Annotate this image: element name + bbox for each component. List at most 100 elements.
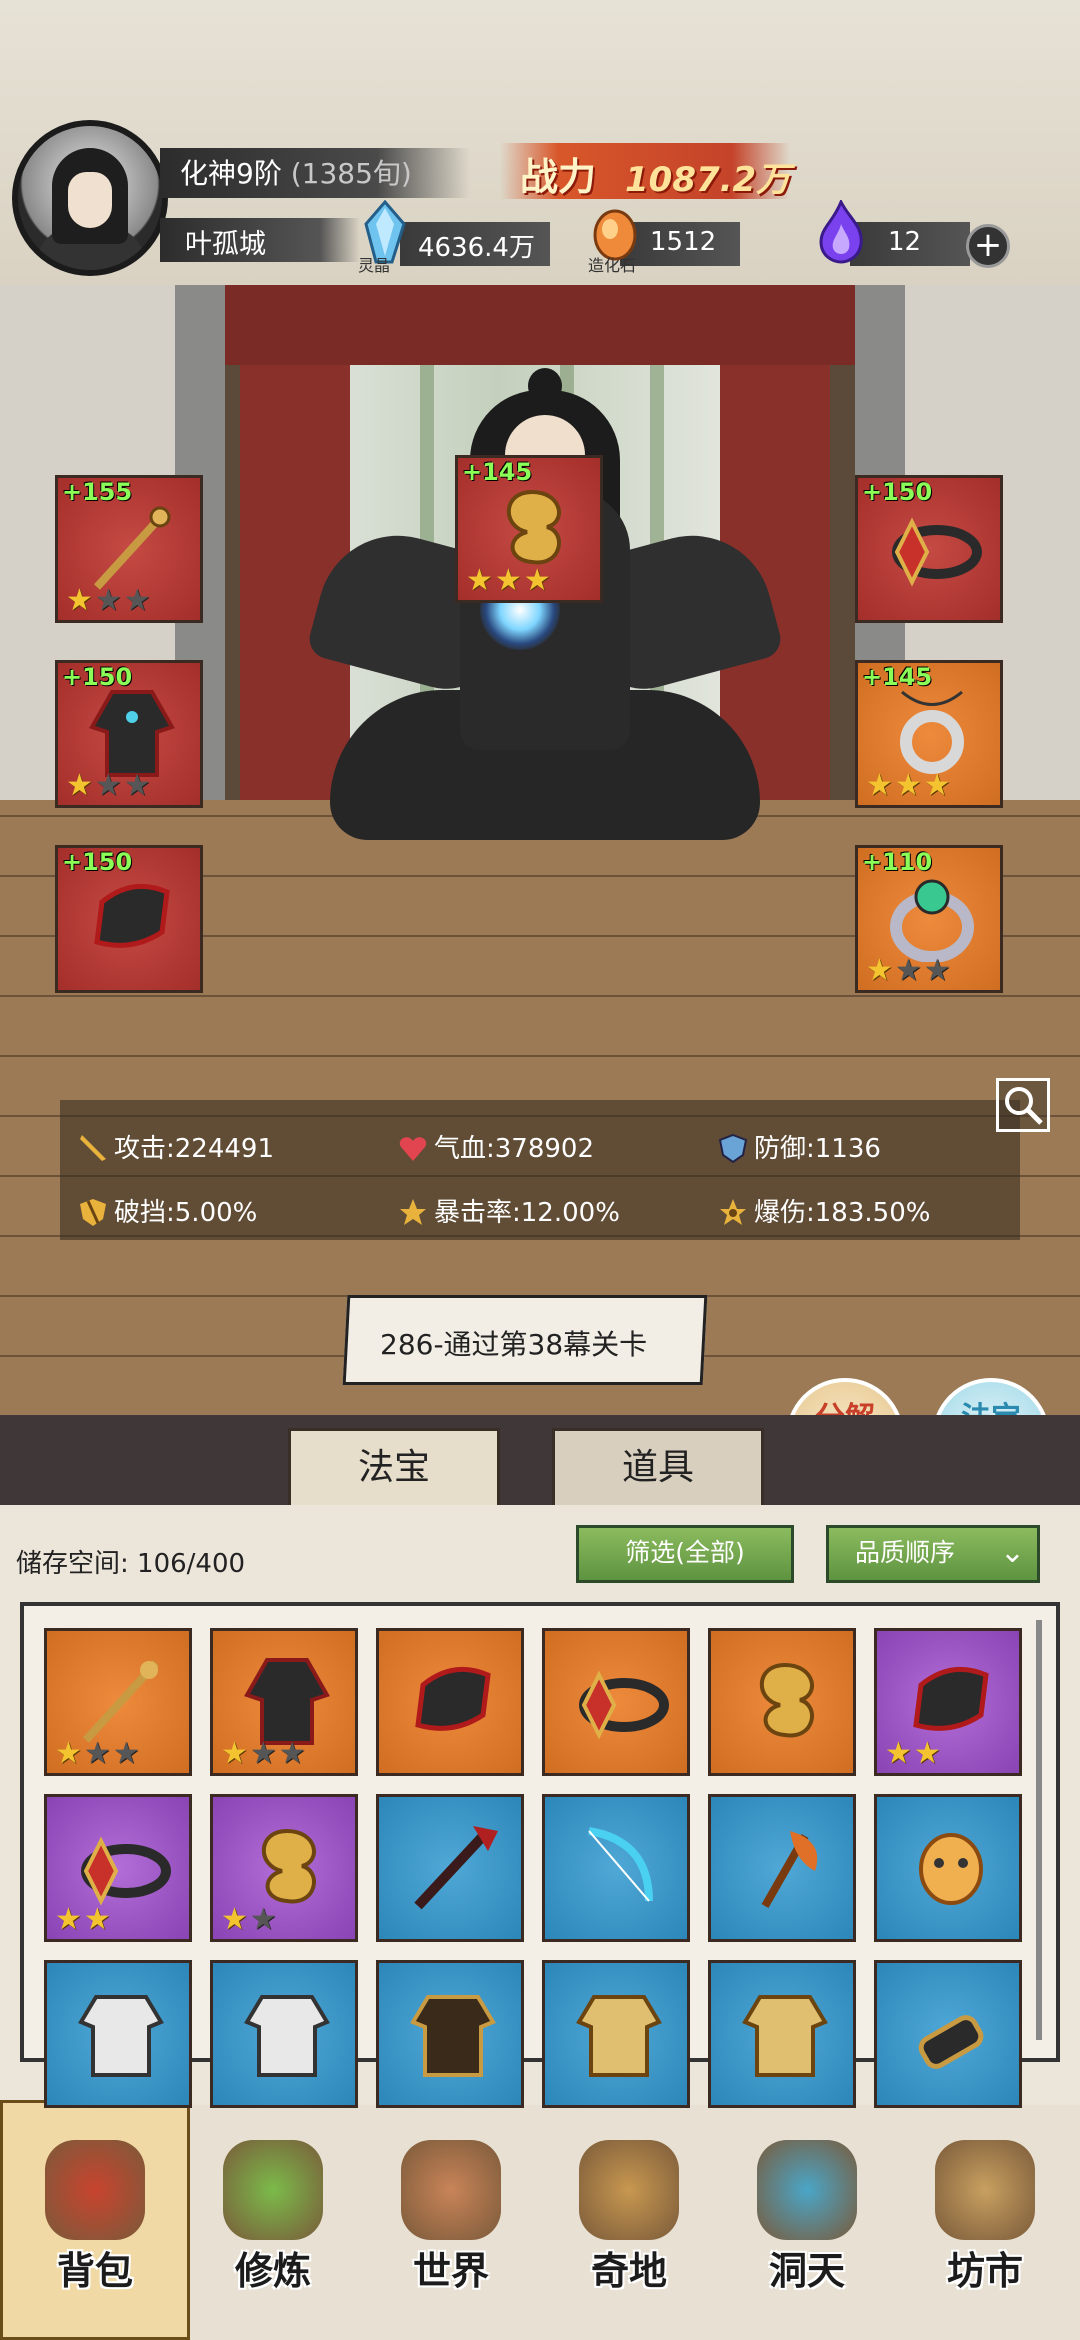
crown-band-icon <box>892 517 982 587</box>
stat-crit-damage: 爆伤:183.50% <box>718 1192 930 1229</box>
crown-band-icon <box>81 1836 171 1906</box>
inventory-item[interactable]: ★★ <box>210 1794 358 1942</box>
scroll-map-icon <box>401 2140 501 2240</box>
tab-items[interactable]: 道具 <box>552 1428 764 1508</box>
player-rank: 化神9阶 (1385旬) <box>180 157 412 190</box>
nav-bag[interactable]: 背包 <box>10 2110 180 2335</box>
star-rating: ★★★ <box>66 583 153 618</box>
robe-icon <box>89 690 175 777</box>
nav-label: 洞天 <box>768 2249 845 2293</box>
nav-label: 坊市 <box>946 2249 1023 2293</box>
star-rating: ★★★ <box>221 1736 308 1771</box>
inventory-item[interactable] <box>708 1628 856 1776</box>
inventory-item[interactable] <box>874 1794 1022 1942</box>
inventory-item[interactable] <box>542 1794 690 1942</box>
star-rating: ★★ <box>885 1736 943 1771</box>
equip-slot-armor[interactable]: +150 ★★★ <box>55 660 203 808</box>
inventory-item[interactable] <box>542 1960 690 2108</box>
gold-cloud-charm-icon <box>506 489 561 565</box>
ring-icon <box>890 879 974 962</box>
resource-label: 造化石 <box>588 256 637 275</box>
tab-treasure[interactable]: 法宝 <box>288 1428 500 1508</box>
chevron-down-icon: ⌄ <box>999 1535 1025 1570</box>
nav-pagoda[interactable]: 奇地 <box>544 2110 714 2335</box>
lotus-icon <box>223 2140 323 2240</box>
magnifier-icon <box>1005 1087 1043 1125</box>
inventory-scrollbar[interactable] <box>1036 1620 1042 2040</box>
inventory-item[interactable] <box>376 1794 524 1942</box>
staff-icon <box>83 1660 159 1743</box>
resource-value: 1512 <box>650 227 717 257</box>
inventory-item[interactable] <box>44 1960 192 2108</box>
nav-portal[interactable]: 洞天 <box>722 2110 892 2335</box>
player-avatar[interactable] <box>12 120 168 276</box>
axe-icon <box>761 1831 818 1908</box>
boots-icon <box>415 1666 491 1731</box>
equip-slot-ring[interactable]: +110 ★★★ <box>855 845 1003 993</box>
crit-icon <box>400 1199 426 1225</box>
star-rating: ★★ <box>55 1902 113 1937</box>
inventory-item[interactable] <box>708 1794 856 1942</box>
combat-power-value: 1087.2万 <box>625 160 791 200</box>
inventory-item[interactable]: ★★★ <box>44 1628 192 1776</box>
equip-slot-headband[interactable]: +150 <box>855 475 1003 623</box>
player-name: 叶孤城 <box>185 229 266 260</box>
inventory-item[interactable] <box>874 1960 1022 2108</box>
bracer-icon <box>918 2015 984 2069</box>
quest-text: 286-通过第38幕关卡 <box>380 1328 648 1361</box>
nav-lotus[interactable]: 修炼 <box>188 2110 358 2335</box>
inventory-item[interactable]: ★★ <box>44 1794 192 1942</box>
sort-dropdown[interactable]: 品质顺序 ⌄ <box>826 1525 1040 1583</box>
gold-cloud-charm-icon <box>261 1828 316 1904</box>
nav-scroll-map[interactable]: 世界 <box>366 2110 536 2335</box>
inventory-item[interactable] <box>376 1628 524 1776</box>
tab-strip <box>0 1415 1080 1505</box>
dark-robe-icon <box>410 1995 496 2077</box>
inventory-item[interactable] <box>376 1960 524 2108</box>
broken-shield-icon <box>80 1199 106 1226</box>
purple-flame-icon <box>819 200 863 264</box>
bag-icon <box>45 2140 145 2240</box>
inventory-item[interactable]: ★★★ <box>210 1628 358 1776</box>
shield-icon <box>718 1133 748 1163</box>
star-rating: ★★★ <box>866 768 953 803</box>
star-rating: ★★★ <box>66 768 153 803</box>
star-rating: ★★★ <box>866 953 953 988</box>
storage-capacity: 储存空间: 106/400 <box>16 1549 246 1579</box>
nav-label: 世界 <box>412 2249 489 2293</box>
star-rating: ★★ <box>221 1902 279 1937</box>
inventory-item[interactable] <box>210 1960 358 2108</box>
stat-penetration: 破挡:5.00% <box>78 1192 257 1229</box>
equip-slot-boots[interactable]: +150 <box>55 845 203 993</box>
spear-icon <box>414 1826 498 1910</box>
white-armor-icon <box>78 1995 164 2077</box>
filter-dropdown[interactable]: 筛选(全部) <box>576 1525 794 1583</box>
sword-icon <box>80 1135 106 1161</box>
inventory-item[interactable] <box>542 1628 690 1776</box>
portal-icon <box>757 2140 857 2240</box>
mask-icon <box>919 1833 983 1905</box>
stat-attack: 攻击:224491 <box>78 1128 274 1165</box>
crown-band-icon <box>579 1670 669 1740</box>
resource-value: 12 <box>888 227 922 257</box>
add-resource-button[interactable]: + <box>966 224 1010 268</box>
star-rating: ★★★ <box>55 1736 142 1771</box>
star-rating: ★★★ <box>466 563 553 598</box>
equip-slot-weapon[interactable]: +155 ★★★ <box>55 475 203 623</box>
stat-crit-rate: 暴击率:12.00% <box>398 1192 620 1229</box>
nav-label: 修炼 <box>234 2249 311 2293</box>
jade-pendant-icon <box>900 690 964 774</box>
gold-armor-icon <box>576 1995 662 2077</box>
crit-damage-icon <box>720 1199 746 1225</box>
stat-defense: 防御:1136 <box>718 1128 881 1165</box>
nav-market-stall[interactable]: 坊市 <box>900 2110 1070 2335</box>
inventory-item[interactable]: ★★ <box>874 1628 1022 1776</box>
resource-value: 4636.4万 <box>418 233 535 263</box>
white-armor-icon <box>244 1995 330 2077</box>
equip-slot-pendant[interactable]: +145 ★★★ <box>855 660 1003 808</box>
pagoda-icon <box>579 2140 679 2240</box>
boots-icon <box>913 1666 989 1731</box>
inspect-button[interactable] <box>996 1078 1050 1132</box>
inventory-item[interactable] <box>708 1960 856 2108</box>
equip-slot-talisman[interactable]: +145 ★★★ <box>455 455 603 603</box>
